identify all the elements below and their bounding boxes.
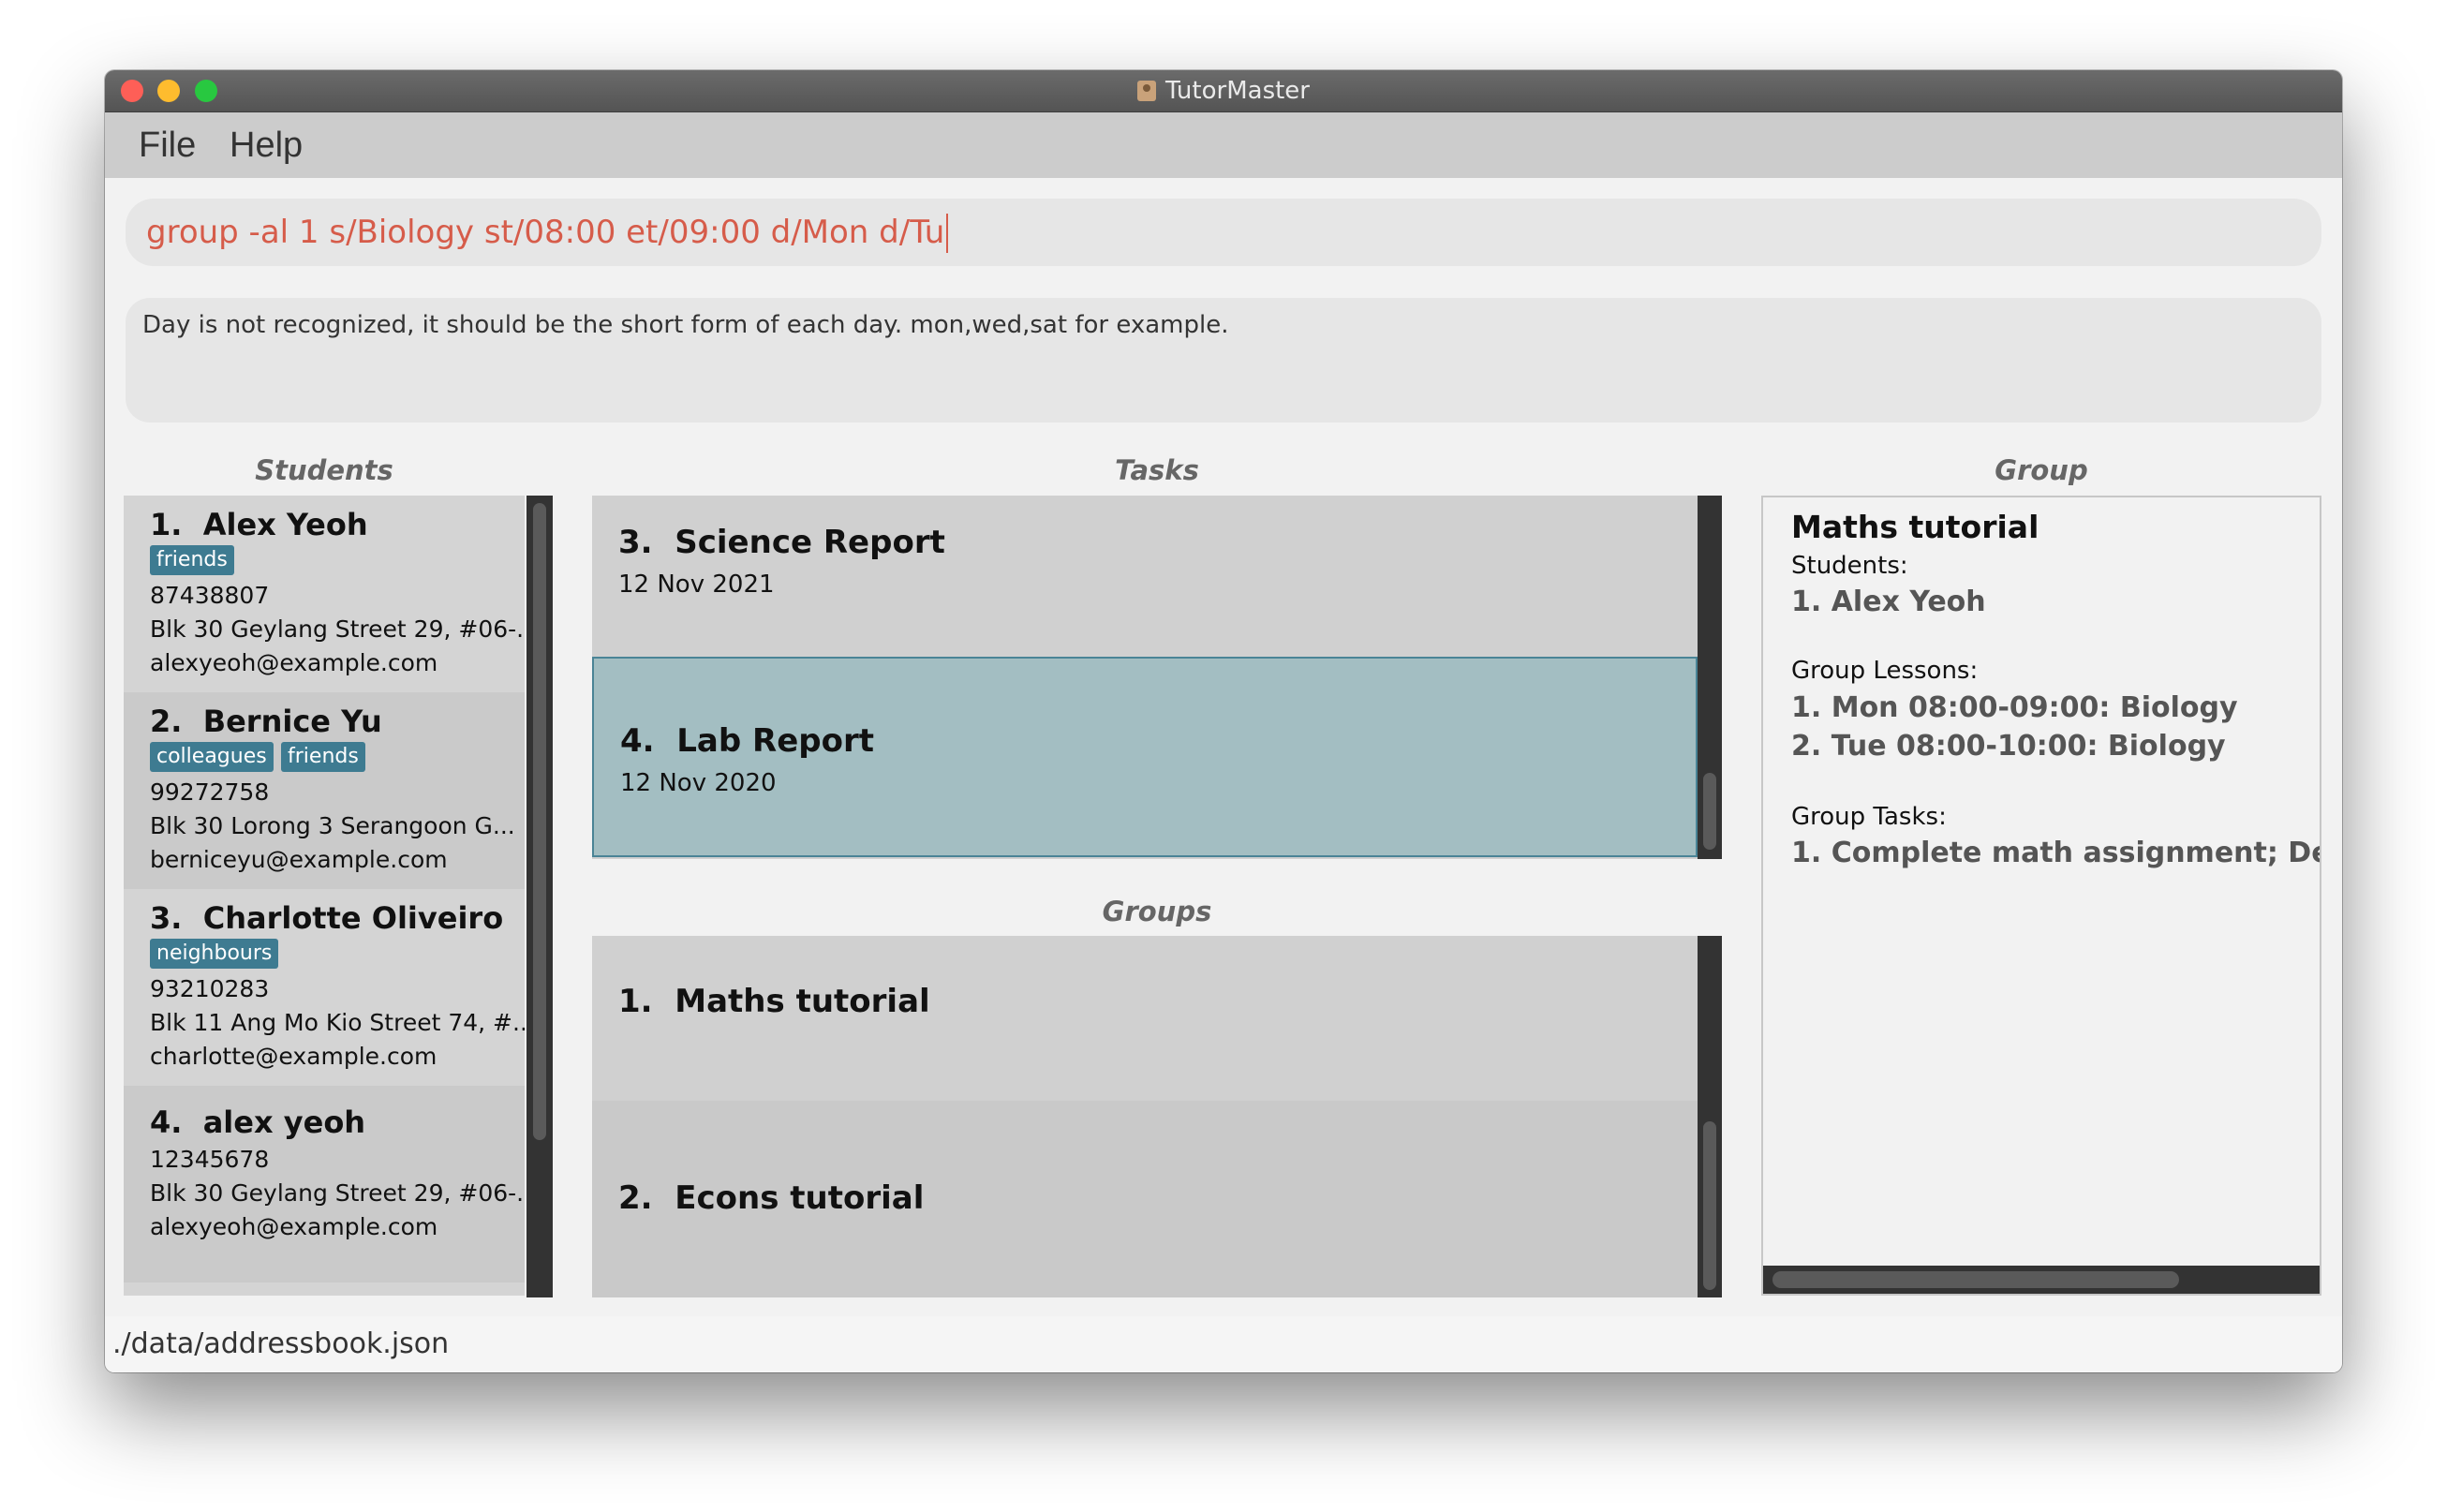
student-email: alexyeoh@example.com <box>150 1213 438 1240</box>
tag-badge: friends <box>150 545 234 575</box>
group-lesson-item: 2. Tue 08:00-10:00: Biology <box>1791 730 2226 763</box>
tag-badge: colleagues <box>150 742 274 772</box>
student-name: 2. Bernice Yu <box>150 704 382 739</box>
title-bar: TutorMaster <box>105 70 2342 112</box>
group-card[interactable]: 1. Maths tutorial <box>592 936 1698 1101</box>
group-tasks-label: Group Tasks: <box>1791 803 1947 831</box>
result-display: Day is not recognized, it should be the … <box>126 298 2321 422</box>
student-card[interactable]: 2. Bernice Yu colleagues friends 9927275… <box>124 692 525 889</box>
groups-scrollbar[interactable] <box>1698 936 1722 1297</box>
group-detail-panel: Maths tutorial Students: 1. Alex Yeoh Gr… <box>1761 496 2321 1296</box>
student-card[interactable]: 3. Charlotte Oliveiro neighbours 9321028… <box>124 889 525 1086</box>
student-address: Blk 11 Ang Mo Kio Street 74, #... <box>150 1009 525 1036</box>
group-lesson-item: 1. Mon 08:00-09:00: Biology <box>1791 691 2238 724</box>
tasks-header: Tasks <box>1115 454 1199 486</box>
group-detail-hscroll-thumb[interactable] <box>1772 1271 2179 1288</box>
group-students-label: Students: <box>1791 552 1908 580</box>
student-address: Blk 30 Lorong 3 Serangoon G... <box>150 812 515 839</box>
tag-badge: neighbours <box>150 939 279 969</box>
tag-badge: friends <box>281 742 365 772</box>
result-message: Day is not recognized, it should be the … <box>142 311 1229 339</box>
task-date: 12 Nov 2020 <box>620 769 777 797</box>
student-address: Blk 30 Geylang Street 29, #06-... <box>150 1179 525 1207</box>
app-window: TutorMaster File Help Day is not recogni… <box>105 70 2342 1372</box>
window-title: TutorMaster <box>1165 77 1310 105</box>
group-student-item: 1. Alex Yeoh <box>1791 586 1986 618</box>
window-title-area: TutorMaster <box>105 70 2342 111</box>
group-name: 2. Econs tutorial <box>618 1179 925 1217</box>
status-bar: ./data/addressbook.json <box>105 1316 2342 1372</box>
student-name: 1. Alex Yeoh <box>150 507 368 542</box>
student-name: 4. alex yeoh <box>150 1104 366 1140</box>
data-file-path: ./data/addressbook.json <box>112 1327 450 1360</box>
menu-help[interactable]: Help <box>230 126 303 166</box>
menu-bar: File Help <box>105 112 2342 178</box>
group-detail-title: Maths tutorial <box>1791 509 2039 545</box>
task-name: 4. Lab Report <box>620 722 875 760</box>
tasks-scrollbar[interactable] <box>1698 496 1722 859</box>
student-address: Blk 30 Geylang Street 29, #06-... <box>150 615 525 643</box>
task-date: 12 Nov 2021 <box>618 571 775 599</box>
students-scroll-thumb[interactable] <box>533 503 546 1140</box>
student-email: charlotte@example.com <box>150 1043 437 1070</box>
student-phone: 93210283 <box>150 975 270 1002</box>
group-name: 1. Maths tutorial <box>618 983 930 1020</box>
group-detail-hscrollbar[interactable] <box>1763 1266 2320 1294</box>
student-email: berniceyu@example.com <box>150 846 448 873</box>
groups-header: Groups <box>1102 896 1212 927</box>
students-scrollbar[interactable] <box>526 496 553 1297</box>
students-header: Students <box>255 454 393 486</box>
student-card[interactable]: 4. alex yeoh 12345678 Blk 30 Geylang Str… <box>124 1086 525 1282</box>
group-detail-header: Group <box>1995 454 2088 486</box>
tasks-scroll-thumb[interactable] <box>1703 773 1716 850</box>
task-card[interactable]: 3. Science Report 12 Nov 2021 <box>592 496 1698 657</box>
students-list[interactable]: 1. Alex Yeoh friends 87438807 Blk 30 Gey… <box>124 496 525 1296</box>
app-icon <box>1137 81 1156 101</box>
menu-file[interactable]: File <box>139 126 196 166</box>
group-card[interactable]: 2. Econs tutorial <box>592 1101 1698 1297</box>
student-email: alexyeoh@example.com <box>150 649 438 676</box>
student-phone: 99272758 <box>150 778 270 806</box>
group-lessons-label: Group Lessons: <box>1791 657 1979 685</box>
groups-scroll-thumb[interactable] <box>1703 1121 1716 1290</box>
command-box <box>126 199 2321 266</box>
text-caret <box>946 214 948 253</box>
group-task-item: 1. Complete math assignment; Deadline <box>1791 837 2320 869</box>
tasks-list[interactable]: 3. Science Report 12 Nov 2021 4. Lab Rep… <box>592 496 1722 859</box>
student-card[interactable]: 1. Alex Yeoh friends 87438807 Blk 30 Gey… <box>124 496 525 692</box>
student-phone: 87438807 <box>150 582 270 609</box>
command-input[interactable] <box>146 199 2301 266</box>
student-phone: 12345678 <box>150 1146 270 1173</box>
student-name: 3. Charlotte Oliveiro <box>150 900 504 936</box>
groups-list[interactable]: 1. Maths tutorial 2. Econs tutorial <box>592 936 1722 1297</box>
task-card-selected[interactable]: 4. Lab Report 12 Nov 2020 <box>592 657 1698 857</box>
task-name: 3. Science Report <box>618 524 945 561</box>
